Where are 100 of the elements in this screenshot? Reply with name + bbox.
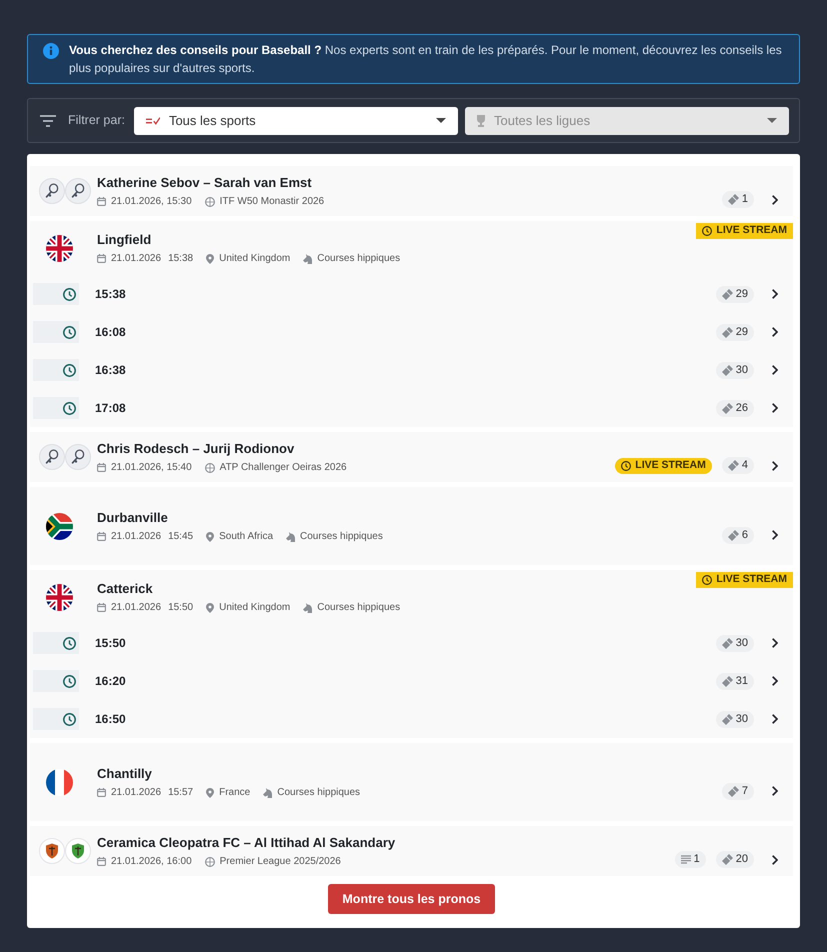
race-time: 16:38 — [95, 362, 126, 379]
race-time: 15:50 — [95, 635, 126, 652]
race-row[interactable]: 15:38 29 — [30, 275, 793, 313]
ticket-icon — [722, 364, 733, 376]
chevron-right-icon[interactable] — [772, 854, 778, 864]
race-row[interactable]: 16:50 30 — [30, 700, 793, 738]
sport-name: Courses hippiques — [277, 786, 360, 800]
ticket-icon — [722, 326, 733, 338]
live-stream-label: LIVE STREAM — [635, 458, 706, 473]
sport-name: Courses hippiques — [317, 252, 400, 266]
ticket-icon — [722, 288, 733, 300]
race-time: 16:20 — [95, 673, 126, 690]
chevron-right-icon[interactable] — [772, 365, 778, 375]
horse-head-icon — [303, 254, 312, 264]
event-date: 21.01.2026 — [111, 600, 162, 614]
live-stream-label: LIVE STREAM — [716, 223, 787, 238]
event-time: 15:45 — [168, 530, 194, 544]
ticket-icon — [722, 714, 733, 724]
show-all-button[interactable]: Montre tous les pronos — [328, 884, 495, 914]
tips-count: 29 — [736, 324, 748, 340]
race-time: 16:08 — [95, 324, 126, 341]
chevron-right-icon[interactable] — [772, 786, 778, 796]
chevron-right-icon[interactable] — [772, 714, 778, 724]
league-name: ATP Challenger Oeiras 2026 — [220, 460, 347, 474]
event-time: 15:57 — [168, 786, 194, 800]
event-row[interactable]: Katherine Sebov – Sarah van Emst 21.01.2026, 15:30 ITF W50 Monastir 2026 1 — [30, 166, 793, 216]
chevron-right-icon[interactable] — [772, 403, 778, 413]
chevron-right-icon[interactable] — [772, 194, 778, 204]
articles-count: 1 — [694, 852, 700, 868]
ball-icon — [204, 196, 215, 206]
ticket-icon — [728, 786, 739, 796]
trophy-icon — [476, 114, 485, 126]
sport-select[interactable]: Tous les sports — [134, 106, 458, 134]
race-time: 17:08 — [95, 400, 126, 417]
event-date: 21.01.2026 — [111, 786, 162, 800]
event-row[interactable]: Durbanville 21.01.2026 15:45 South Africa Courses hippiques 6 — [30, 487, 793, 565]
clock-icon — [63, 364, 76, 376]
league-name: Premier League 2025/2026 — [220, 854, 341, 868]
clock-icon — [63, 402, 76, 414]
clock-icon — [702, 575, 712, 585]
tips-count: 26 — [736, 400, 748, 416]
team-crest-icon — [65, 838, 91, 864]
chevron-right-icon[interactable] — [772, 327, 778, 337]
union-jack-flag-icon — [46, 234, 73, 262]
race-row[interactable]: 16:08 29 — [30, 313, 793, 351]
clock-icon — [621, 460, 632, 470]
event-row[interactable]: Chantilly 21.01.2026 15:57 France Courses hippiques 7 — [30, 743, 793, 821]
chevron-right-icon[interactable] — [772, 289, 778, 299]
event-date: 21.01.2026 — [111, 530, 162, 544]
union-jack-flag-icon — [46, 584, 73, 610]
sport-name: Courses hippiques — [300, 530, 383, 544]
event-title: Lingfield — [97, 230, 152, 248]
event-time: 15:50 — [168, 600, 194, 614]
tips-count: 6 — [742, 528, 748, 543]
tennis-racket-icon — [65, 178, 91, 204]
location-pin-icon — [206, 254, 214, 264]
clock-icon — [63, 326, 76, 338]
event-title: Chantilly — [97, 764, 152, 782]
ticket-icon — [722, 676, 733, 686]
tips-count: 20 — [736, 852, 748, 868]
calendar-icon — [97, 857, 106, 866]
sports-icon — [146, 116, 160, 124]
article-list-icon — [680, 855, 691, 864]
chevron-right-icon[interactable] — [772, 460, 778, 470]
caret-icon[interactable] — [436, 118, 446, 123]
tips-count: 4 — [742, 458, 748, 474]
horse-head-icon — [286, 532, 296, 542]
filter-label: Filtrer par: — [68, 112, 125, 130]
event-row[interactable]: Ceramica Cleopatra FC – Al Ittihad Al Sakandary 21.01.2026, 16:00 Premier League 2025/2026 1 20 — [30, 826, 793, 876]
sport-name: Courses hippiques — [317, 600, 400, 614]
race-row[interactable]: 16:20 31 — [30, 662, 793, 700]
chevron-right-icon[interactable] — [772, 530, 778, 540]
event-datetime: 21.01.2026, 16:00 — [111, 854, 192, 868]
clock-icon — [63, 674, 76, 688]
league-name: ITF W50 Monastir 2026 — [220, 194, 324, 208]
event-datetime: 21.01.2026, 15:30 — [111, 194, 192, 208]
race-time: 16:50 — [95, 711, 126, 728]
horse-head-icon — [263, 788, 272, 798]
chevron-right-icon[interactable] — [772, 676, 778, 686]
event-row[interactable]: Chris Rodesch – Jurij Rodionov 21.01.2026, 15:40 ATP Challenger Oeiras 2026 LIVE STREAM 4 — [30, 432, 793, 482]
race-row[interactable]: 15:50 30 — [30, 624, 793, 662]
info-icon — [43, 43, 59, 59]
tennis-racket-icon — [39, 444, 65, 470]
country-name: France — [219, 786, 250, 800]
tips-count: 1 — [742, 192, 748, 208]
alert-message: Vous cherchez des conseils pour Baseball ? Nos experts sont en train de les préparés. Pour le moment, découvrez les conseils les plus populaires sur d'autres sports. — [69, 42, 783, 77]
location-pin-icon — [206, 532, 214, 542]
calendar-icon — [97, 254, 106, 263]
clock-icon — [63, 636, 76, 650]
chevron-right-icon[interactable] — [772, 638, 778, 648]
race-row[interactable]: 17:08 26 — [30, 389, 793, 427]
event-date: 21.01.2026 — [111, 252, 162, 266]
event-time: 15:38 — [168, 252, 194, 266]
filter-icon — [40, 114, 56, 126]
race-row[interactable]: 16:38 30 — [30, 351, 793, 389]
calendar-icon — [97, 532, 106, 541]
country-name: South Africa — [219, 530, 274, 544]
tips-count: 30 — [736, 636, 748, 651]
ticket-icon — [728, 194, 739, 205]
event-title: Katherine Sebov – Sarah van Emst — [97, 174, 312, 190]
